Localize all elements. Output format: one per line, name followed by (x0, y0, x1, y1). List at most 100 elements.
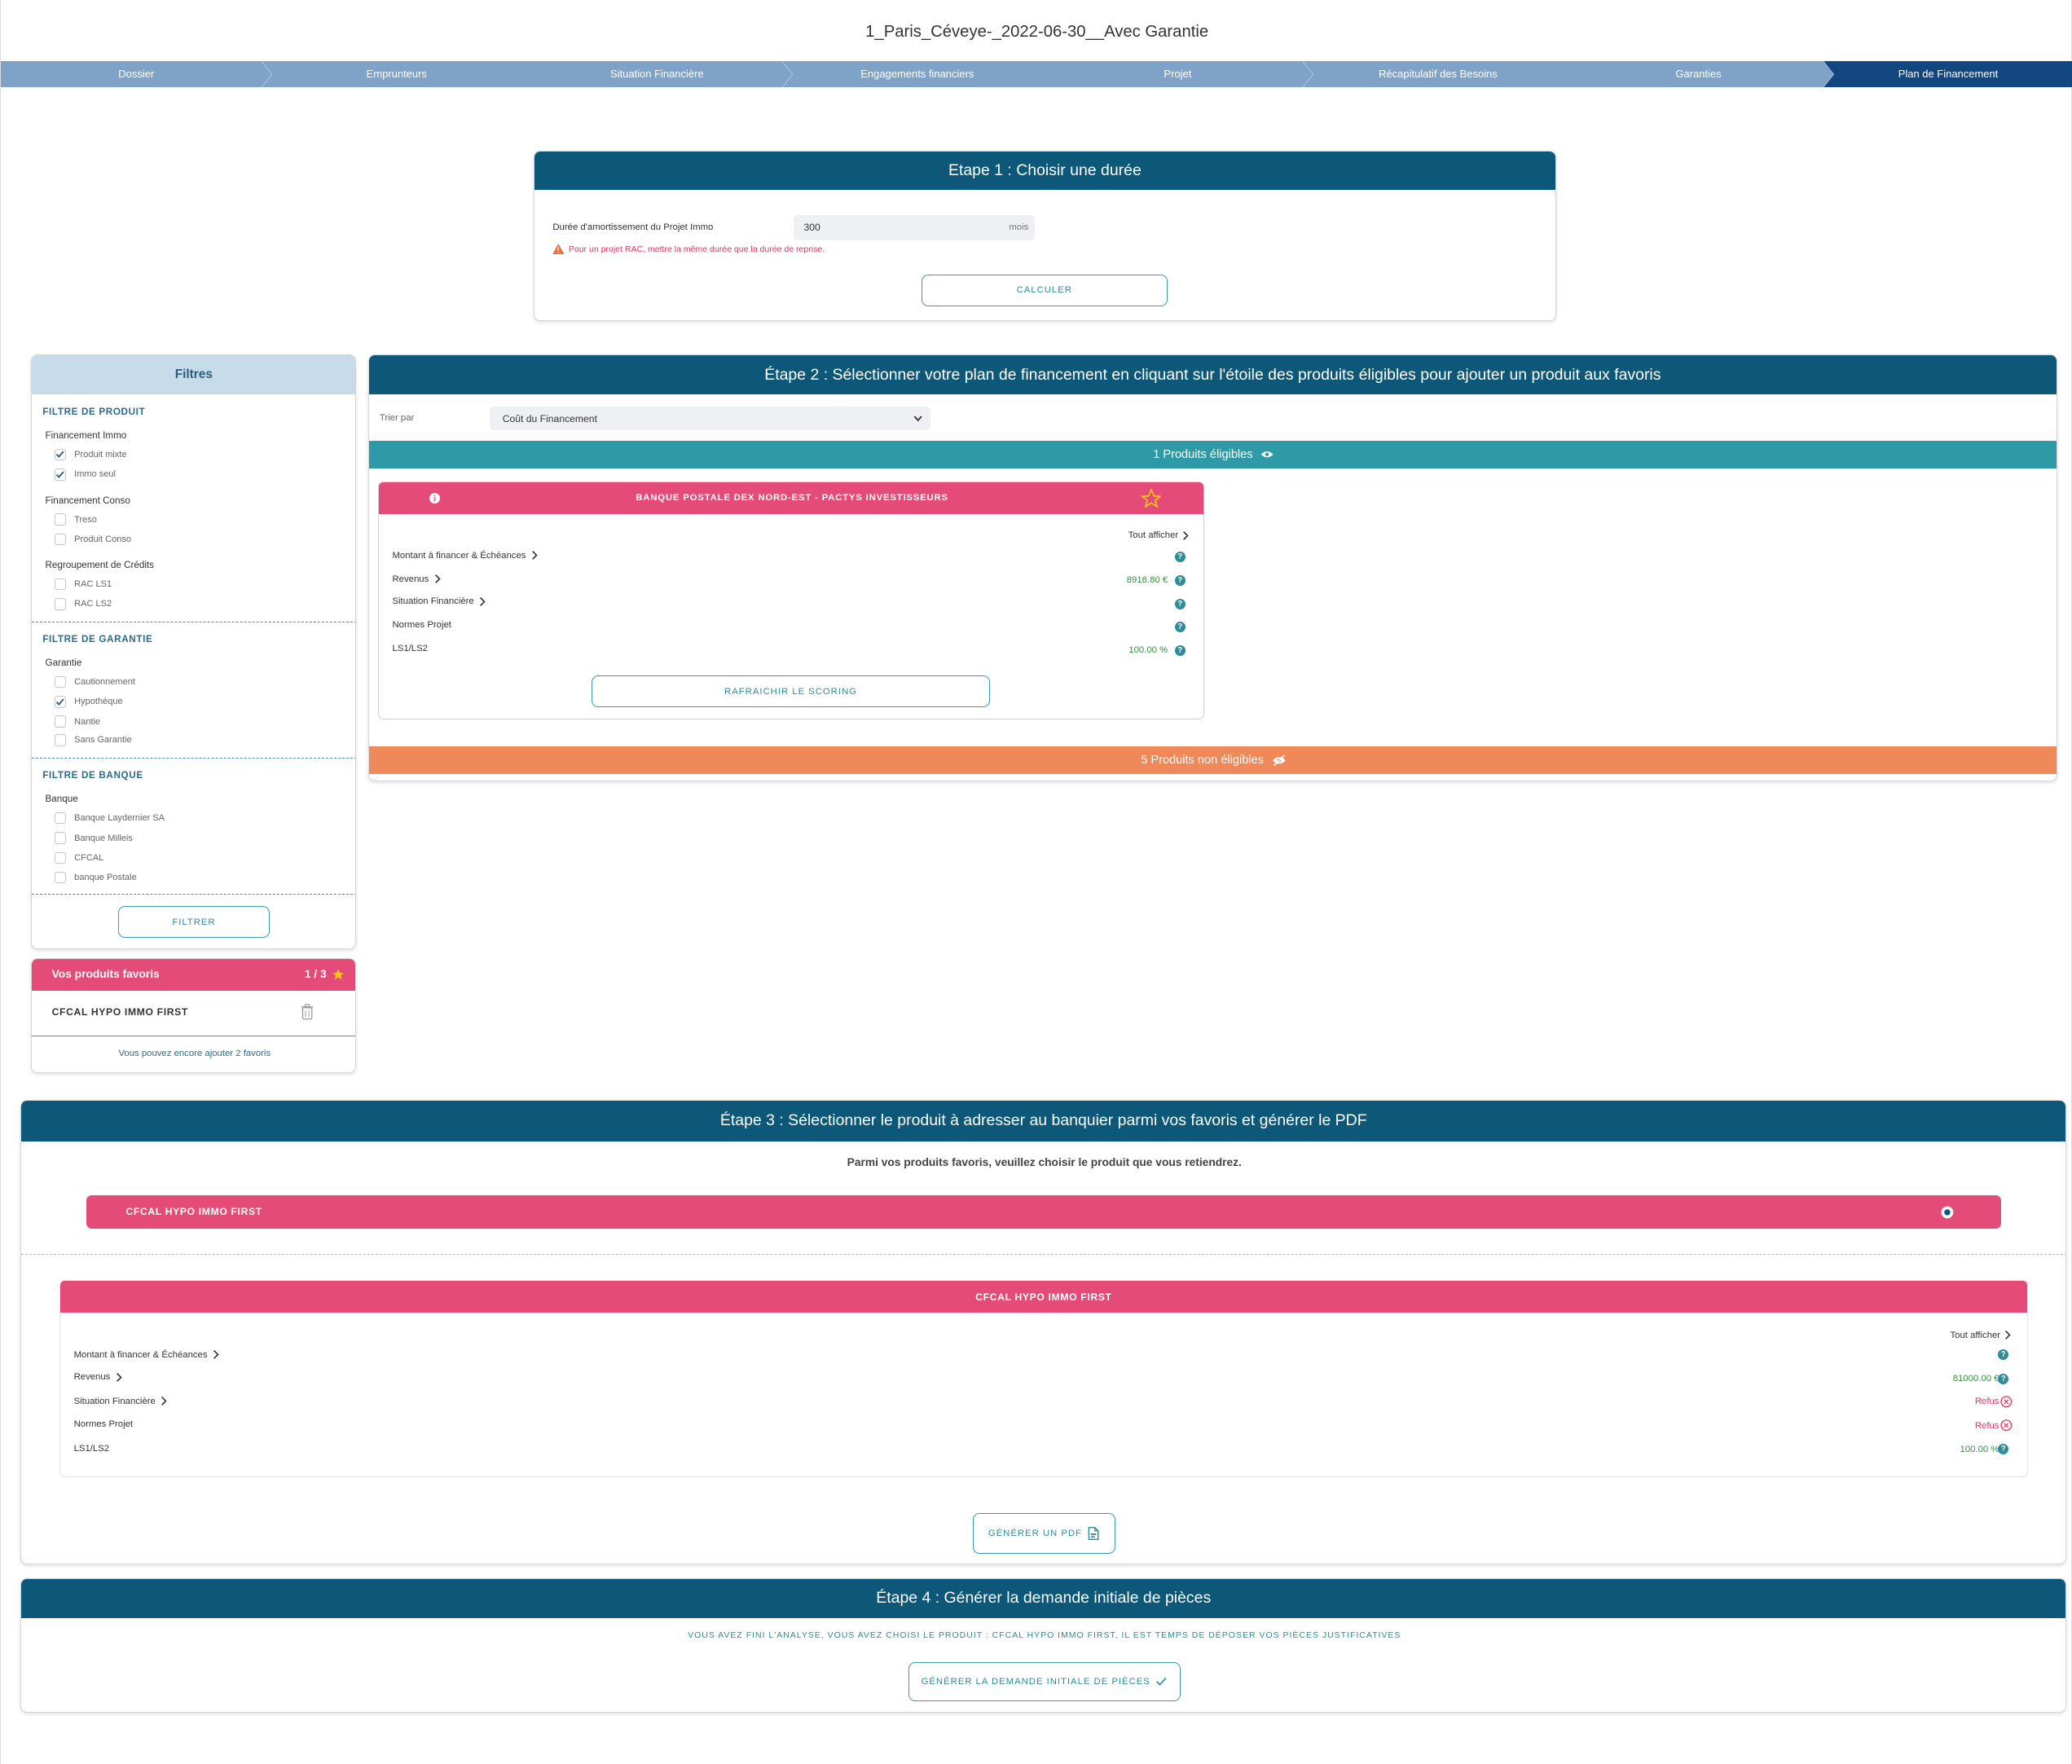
help-icon[interactable]: ? (1998, 1443, 2009, 1454)
sort-select[interactable]: Coût du Financement (489, 406, 931, 431)
favorites-header: Vos produits favoris 1 / 3 (32, 958, 356, 991)
filter-item-produit-conso[interactable]: Produit Conso (54, 533, 131, 546)
help-icon[interactable]: ? (1174, 599, 1186, 610)
filter-item-label: Hypothèque (74, 697, 123, 707)
filter-item-nantie[interactable]: Nantie (54, 715, 100, 728)
filter-item-produit-mixte[interactable]: Produit mixte (54, 448, 126, 461)
filter-item-banque-laydernier[interactable]: Banque Laydernier SA (54, 812, 165, 825)
favorite-option[interactable]: CFCAL HYPO IMMO FIRST (86, 1195, 2002, 1229)
duration-field[interactable]: 300 mois (793, 214, 1036, 240)
checkbox-checked[interactable] (54, 468, 67, 481)
step-dossier[interactable]: Dossier (1, 60, 272, 88)
show-all-label: Tout afficher (1128, 530, 1179, 541)
generate-pdf-label: GÉNÉRER UN PDF (988, 1528, 1082, 1538)
help-icon[interactable]: ? (1174, 574, 1186, 586)
step-emprunteurs[interactable]: Emprunteurs (261, 60, 533, 88)
help-icon[interactable]: ? (1174, 644, 1186, 656)
radio-selected[interactable] (1940, 1205, 1955, 1220)
score-row-revenus[interactable]: Revenus (74, 1372, 122, 1383)
help-icon[interactable]: ? (1998, 1373, 2009, 1384)
score-row-revenus[interactable]: Revenus (392, 574, 441, 584)
checkbox[interactable] (54, 832, 67, 844)
filter-item-sans-garantie[interactable]: Sans Garantie (54, 734, 132, 746)
checkbox[interactable] (54, 513, 67, 526)
duration-warning: Pour un projet RAC, mettre la même durée… (552, 244, 825, 255)
step-situation-financiere[interactable]: Situation Financière (521, 60, 793, 88)
filter-item-immo-seul[interactable]: Immo seul (54, 468, 116, 481)
checkbox[interactable] (54, 578, 67, 591)
checkbox[interactable] (54, 533, 67, 546)
score-label: Situation Financière (392, 596, 474, 607)
favorites-title: Vos produits favoris (51, 968, 160, 981)
help-icon[interactable]: ? (1998, 1349, 2009, 1361)
selected-product-header: CFCAL HYPO IMMO FIRST (60, 1281, 2027, 1313)
non-eligible-bar[interactable]: 5 Produits non éligibles (368, 746, 2057, 774)
page-title: 1_Paris_Céveye-_2022-06-30__Avec Garanti… (865, 22, 1209, 41)
stepper: Dossier Emprunteurs Situation Financière… (1, 60, 2072, 88)
score-row-montant[interactable]: Montant à financer & Échéances (392, 550, 538, 561)
generate-demande-button[interactable]: GÉNÉRER LA DEMANDE INITIALE DE PIÈCES (908, 1661, 1181, 1702)
generate-pdf-button[interactable]: GÉNÉRER UN PDF (973, 1512, 1116, 1554)
product-name: BANQUE POSTALE DEX NORD-EST - PACTYS INV… (636, 493, 948, 504)
show-all-link[interactable]: Tout afficher (1128, 530, 1190, 541)
chevron-right-icon (161, 1397, 167, 1406)
score-value-revenus: 8916.80 € (1126, 574, 1168, 585)
checkbox[interactable] (54, 812, 67, 825)
filter-item-rac-ls1[interactable]: RAC LS1 (54, 578, 112, 591)
score-row-normes: Normes Projet (74, 1419, 134, 1429)
filter-item-banque-milleis[interactable]: Banque Milleis (54, 832, 133, 844)
show-all-link[interactable]: Tout afficher (1951, 1330, 2012, 1340)
filter-group-banque: Banque (45, 794, 78, 805)
calculer-button[interactable]: CALCULER (921, 274, 1168, 306)
filtrer-button[interactable]: FILTRER (117, 906, 271, 938)
chevron-right-icon (213, 1350, 219, 1360)
filter-product-title: FILTRE DE PRODUIT (42, 406, 146, 417)
filter-group-regroupement: Regroupement de Crédits (45, 560, 154, 571)
step-engagements-financiers[interactable]: Engagements financiers (781, 60, 1054, 88)
eye-slash-icon (1272, 754, 1286, 766)
score-row-situation[interactable]: Situation Financière (74, 1396, 168, 1406)
filter-item-label: RAC LS2 (74, 599, 112, 609)
checkbox[interactable] (54, 871, 67, 884)
step-projet[interactable]: Projet (1042, 60, 1313, 88)
chevron-right-icon (480, 596, 486, 606)
checkbox-checked[interactable] (54, 696, 67, 708)
filter-item-treso[interactable]: Treso (54, 513, 97, 526)
filter-item-hypotheque[interactable]: Hypothèque (54, 696, 123, 708)
filter-item-banque-postale[interactable]: banque Postale (54, 871, 137, 884)
step-label: Engagements financiers (860, 68, 974, 81)
checkbox-checked[interactable] (54, 448, 67, 461)
generate-demande-label: GÉNÉRER LA DEMANDE INITIALE DE PIÈCES (921, 1677, 1150, 1687)
star-filled-icon (332, 969, 344, 980)
refresh-scoring-button[interactable]: RAFRAICHIR LE SCORING (592, 675, 990, 708)
eligible-bar[interactable]: 1 Produits éligibles (368, 441, 2057, 469)
step-recapitulatif[interactable]: Récapitulatif des Besoins (1302, 60, 1574, 88)
filter-item-cfcal[interactable]: CFCAL (54, 851, 103, 864)
help-icon[interactable]: ? (1174, 551, 1186, 562)
filter-item-label: Produit Conso (74, 534, 131, 544)
step-garanties[interactable]: Garanties (1563, 60, 1834, 88)
chevron-right-icon (531, 551, 538, 561)
score-value-normes: Refus (1975, 1419, 2013, 1432)
checkbox[interactable] (54, 851, 67, 864)
checkbox[interactable] (54, 734, 67, 746)
score-row-montant[interactable]: Montant à financer & Échéances (74, 1349, 220, 1360)
chevron-right-icon (2005, 1331, 2011, 1339)
score-row-situation[interactable]: Situation Financière (392, 596, 486, 607)
etape3-card: Étape 3 : Sélectionner le produit à adre… (20, 1099, 2067, 1565)
step-plan-de-financement[interactable]: Plan de Financement (1823, 60, 2072, 88)
filter-item-rac-ls2[interactable]: RAC LS2 (54, 598, 112, 610)
trash-icon[interactable] (301, 1004, 314, 1020)
refus-label: Refus (1974, 1397, 1999, 1407)
chevron-right-icon (116, 1373, 122, 1382)
star-outline-icon[interactable] (1140, 487, 1162, 509)
filter-item-cautionnement[interactable]: Cautionnement (54, 675, 135, 688)
help-icon[interactable]: ? (1174, 621, 1186, 632)
score-label: Revenus (73, 1372, 111, 1383)
warning-icon (552, 244, 565, 255)
checkbox[interactable] (54, 715, 67, 728)
filter-item-label: Immo seul (74, 469, 116, 480)
checkbox[interactable] (54, 675, 67, 688)
duration-label: Durée d'amortissement du Projet Immo (552, 222, 714, 233)
checkbox[interactable] (54, 598, 67, 610)
